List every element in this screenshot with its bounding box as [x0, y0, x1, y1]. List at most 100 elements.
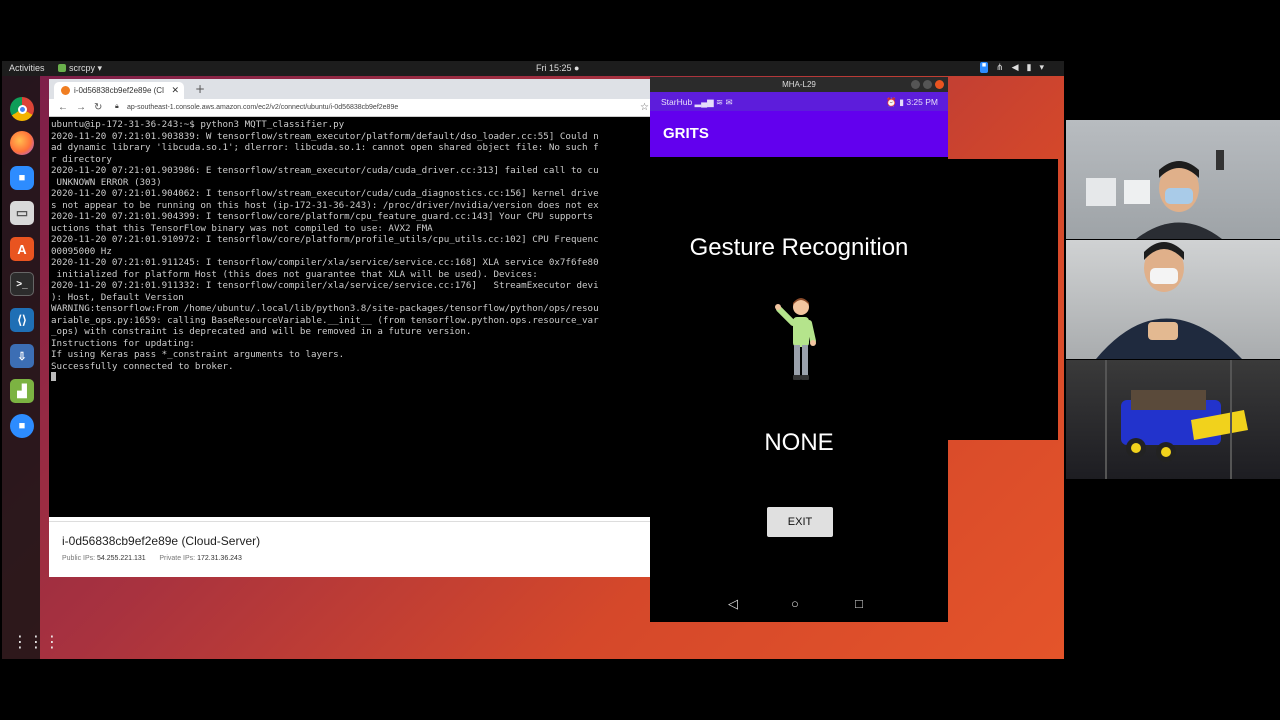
clock[interactable]: Fri 15:25 ●: [536, 63, 579, 73]
aws-favicon-icon: [61, 86, 70, 95]
star-icon[interactable]: ☆: [640, 102, 649, 113]
show-applications-icon[interactable]: ⋮⋮⋮: [12, 633, 60, 651]
terminal-line: 2020-11-20 07:21:01.903839: W tensorflow…: [51, 130, 599, 142]
video-frame-1: [1086, 150, 1224, 239]
close-icon[interactable]: [935, 80, 944, 89]
chrome-icon[interactable]: [10, 97, 34, 121]
terminal-icon[interactable]: >_: [10, 272, 34, 296]
minimize-icon[interactable]: [911, 80, 920, 89]
firefox-icon[interactable]: [10, 131, 34, 155]
tab-title: i-0d56838cb9ef2e89e (Cl: [74, 86, 164, 95]
app-menu-label: scrcpy ▾: [69, 63, 103, 73]
participant-video-1[interactable]: [1066, 120, 1280, 239]
terminal-cursor: [51, 372, 651, 384]
zoom-icon[interactable]: ■: [10, 414, 34, 438]
software-icon[interactable]: A: [10, 237, 34, 261]
system-tray[interactable]: ■ ⋔ ◀ ▮ ▾: [979, 62, 1044, 73]
chevron-down-icon[interactable]: ▾: [1039, 62, 1044, 73]
new-tab-icon[interactable]: +: [195, 82, 205, 96]
instance-title: i-0d56838cb9ef2e89e (Cloud-Server): [62, 534, 261, 548]
activities-button[interactable]: Activities: [9, 63, 45, 73]
carrier: StarHub ▂▄▆ ≋ ✉: [661, 97, 733, 108]
url-text[interactable]: ap-southeast-1.console.aws.amazon.com/ec…: [127, 104, 398, 111]
terminal-line: ubuntu@ip-172-31-36-243:~$ python3 MQTT_…: [51, 119, 345, 130]
terminal-line: r directory: [51, 153, 112, 165]
window-title: MHA-L29: [782, 80, 816, 89]
terminal-line: ): Host, Default Version: [51, 291, 184, 303]
tab-bar: i-0d56838cb9ef2e89e (Cl ✕ +: [49, 79, 653, 99]
battery-icon[interactable]: ▮: [1027, 62, 1032, 73]
instance-ips: Public IPs: 54.255.221.131 Private IPs: …: [62, 555, 242, 562]
terminal-line: 2020-11-20 07:21:01.904062: I tensorflow…: [51, 188, 599, 199]
scrcpy-window: MHA-L29 StarHub ▂▄▆ ≋ ✉ ⏰ ▮ 3:25 PM GRIT…: [650, 77, 948, 622]
phone-overflow-area: [948, 159, 1058, 440]
android-status-bar: StarHub ▂▄▆ ≋ ✉ ⏰ ▮ 3:25 PM: [650, 92, 948, 111]
vscode-icon[interactable]: ⟨⟩: [10, 308, 34, 332]
exit-button[interactable]: EXIT: [767, 507, 833, 537]
top-bar: Activities scrcpy ▾ Fri 15:25 ● ■ ⋔ ◀ ▮ …: [2, 61, 1064, 76]
window-controls[interactable]: [911, 80, 944, 89]
terminal-line: 00095000 Hz: [51, 245, 112, 257]
terminal-line: _ops) with constraint is deprecated and …: [51, 326, 472, 337]
recents-nav-icon[interactable]: □: [855, 596, 863, 611]
public-ip-value: 54.255.221.131: [97, 555, 146, 562]
desktop: Activities scrcpy ▾ Fri 15:25 ● ■ ⋔ ◀ ▮ …: [2, 61, 1064, 659]
terminal-line: WARNING:tensorflow:From /home/ubuntu/.lo…: [51, 303, 599, 314]
terminal-line: ad dynamic library 'libcuda.so.1'; dlerr…: [51, 142, 599, 153]
terminal-line: 2020-11-20 07:21:01.911245: I tensorflow…: [51, 257, 599, 268]
dock: ■ ▭ A >_ ⟨⟩ ⇩ ▟ ■ ⋮⋮⋮: [2, 76, 60, 659]
app-bar: GRITS: [650, 111, 948, 157]
maximize-icon[interactable]: [923, 80, 932, 89]
android-nav-bar: ◁ ○ □: [650, 590, 948, 622]
terminal-line: initialized for platform Host (this does…: [51, 268, 538, 280]
person-waving-icon: [775, 298, 816, 380]
installer-icon[interactable]: ⇩: [10, 344, 34, 368]
terminal-line: If using Keras pass *_constraint argumen…: [51, 349, 345, 360]
reload-icon[interactable]: ↻: [94, 102, 110, 113]
terminal-line: 2020-11-20 07:21:01.904399: I tensorflow…: [51, 211, 594, 222]
back-icon[interactable]: ←: [58, 102, 76, 113]
app-screen: Gesture Recognition NONE EXIT ◁ ○ □: [650, 157, 948, 622]
nav-buttons[interactable]: ←→↻: [58, 102, 110, 113]
terminal-line: 2020-11-20 07:21:01.903986: E tensorflow…: [51, 165, 599, 176]
terminal-line: 2020-11-20 07:21:01.911332: I tensorflow…: [51, 280, 599, 291]
volume-icon[interactable]: ◀: [1012, 62, 1019, 73]
alarm-icon: ⏰ ▮: [886, 97, 907, 107]
terminal-output[interactable]: ubuntu@ip-172-31-36-243:~$ python3 MQTT_…: [49, 117, 653, 517]
zoom-tray-icon[interactable]: ■: [979, 62, 989, 73]
terminal-line: Instructions for updating:: [51, 337, 195, 349]
public-ip-label: Public IPs:: [62, 555, 96, 562]
terminal-line: uctions that this TensorFlow binary was …: [51, 222, 433, 234]
back-nav-icon[interactable]: ◁: [728, 596, 738, 612]
files-icon[interactable]: ▭: [10, 201, 34, 225]
app-title: GRITS: [663, 125, 709, 142]
lock-icon[interactable]: 🔒︎: [115, 103, 119, 111]
forward-icon[interactable]: →: [76, 102, 94, 113]
window-titlebar[interactable]: MHA-L29: [650, 77, 948, 92]
terminal-line: Successfully connected to broker.: [51, 360, 234, 372]
home-nav-icon[interactable]: ○: [791, 596, 799, 611]
carrier-label: StarHub: [661, 97, 693, 107]
android-icon[interactable]: ▟: [10, 379, 34, 403]
participant-video-2[interactable]: [1066, 240, 1280, 359]
app-menu[interactable]: scrcpy ▾: [58, 63, 102, 74]
zoom-icon[interactable]: ■: [10, 166, 34, 190]
status-time: ⏰ ▮ 3:25 PM: [886, 97, 938, 108]
private-ip-label: Private IPs:: [159, 555, 196, 562]
terminal-line: UNKNOWN ERROR (303): [51, 176, 162, 188]
participant-video-3[interactable]: [1066, 360, 1280, 479]
page-title: Gesture Recognition: [689, 234, 909, 261]
scrcpy-icon: [58, 64, 66, 72]
close-icon[interactable]: ✕: [171, 85, 179, 96]
terminal-line: s not appear to be running on this host …: [51, 199, 599, 211]
browser-tab[interactable]: i-0d56838cb9ef2e89e (Cl ✕: [54, 82, 184, 99]
status-time-label: 3:25 PM: [906, 97, 938, 107]
terminal-line: ariable_ops.py:1659: calling BaseResourc…: [51, 314, 599, 326]
video-frame-2: [1096, 242, 1242, 359]
network-icon[interactable]: ⋔: [996, 62, 1004, 73]
address-bar[interactable]: ←→↻ 🔒︎ ap-southeast-1.console.aws.amazon…: [49, 99, 653, 117]
browser-window: i-0d56838cb9ef2e89e (Cl ✕ + ←→↻ 🔒︎ ap-so…: [49, 79, 653, 577]
private-ip-value: 172.31.36.243: [197, 555, 242, 562]
signal-icon: ▂▄▆ ≋ ✉: [694, 97, 733, 107]
gesture-result: NONE: [764, 429, 834, 456]
